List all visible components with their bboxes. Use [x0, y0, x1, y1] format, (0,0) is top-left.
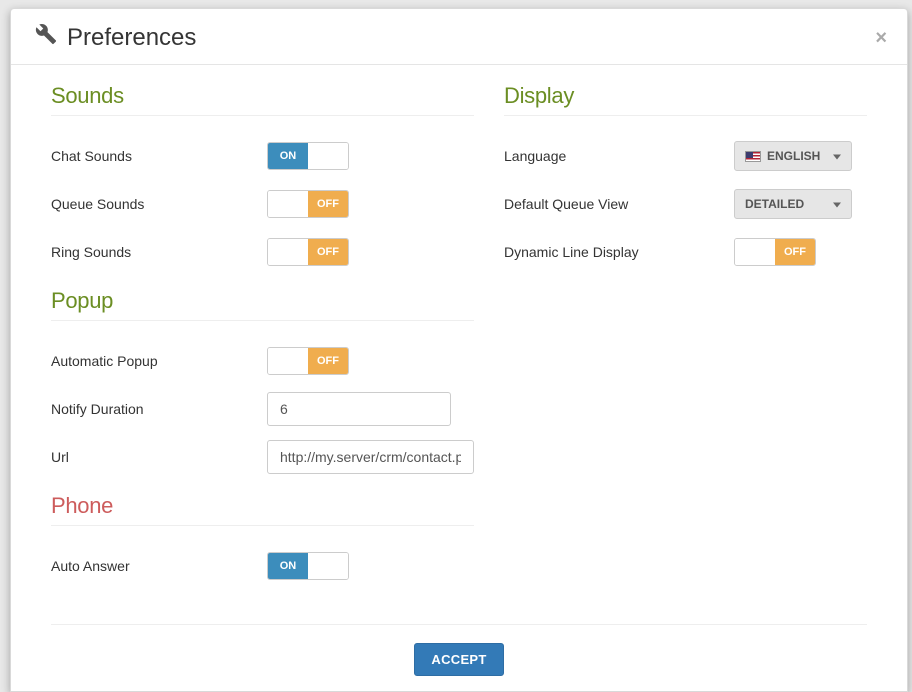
- display-section: Display Language ENGLISH Default Queue V…: [504, 83, 867, 274]
- modal-body: Sounds Chat Sounds ON Queue Sounds: [11, 65, 907, 691]
- default-queue-label: Default Queue View: [504, 196, 734, 212]
- close-button[interactable]: ×: [875, 28, 887, 48]
- auto-answer-toggle[interactable]: ON: [267, 552, 349, 580]
- divider: [51, 525, 474, 526]
- close-icon: ×: [875, 27, 887, 49]
- url-input[interactable]: [267, 440, 474, 474]
- ring-sounds-label: Ring Sounds: [51, 244, 267, 260]
- toggle-off-text: OFF: [308, 348, 348, 374]
- popup-heading: Popup: [51, 288, 474, 314]
- flag-us-icon: [745, 151, 761, 162]
- toggle-on-text: ON: [268, 143, 308, 169]
- language-select[interactable]: ENGLISH: [734, 141, 852, 171]
- auto-answer-label: Auto Answer: [51, 558, 267, 574]
- display-heading: Display: [504, 83, 867, 109]
- url-row: Url: [51, 435, 474, 479]
- phone-section: Phone Auto Answer ON: [51, 493, 474, 588]
- sounds-section: Sounds Chat Sounds ON Queue Sounds: [51, 83, 474, 274]
- divider: [504, 115, 867, 116]
- language-row: Language ENGLISH: [504, 134, 867, 178]
- automatic-popup-label: Automatic Popup: [51, 353, 267, 369]
- toggle-off-text: OFF: [775, 239, 815, 265]
- chevron-down-icon: [833, 203, 841, 208]
- queue-sounds-toggle[interactable]: OFF: [267, 190, 349, 218]
- default-queue-row: Default Queue View DETAILED: [504, 182, 867, 226]
- auto-answer-row: Auto Answer ON: [51, 544, 474, 588]
- queue-sounds-label: Queue Sounds: [51, 196, 267, 212]
- dynamic-line-label: Dynamic Line Display: [504, 244, 734, 260]
- chat-sounds-row: Chat Sounds ON: [51, 134, 474, 178]
- footer-actions: ACCEPT: [51, 643, 867, 686]
- dynamic-line-row: Dynamic Line Display OFF: [504, 230, 867, 274]
- queue-sounds-row: Queue Sounds OFF: [51, 182, 474, 226]
- phone-heading: Phone: [51, 493, 474, 519]
- preferences-modal: Preferences × Sounds Chat Sounds ON: [10, 8, 908, 692]
- ring-sounds-row: Ring Sounds OFF: [51, 230, 474, 274]
- modal-title: Preferences: [35, 23, 196, 52]
- modal-header: Preferences ×: [11, 9, 907, 65]
- toggle-on-text: ON: [268, 553, 308, 579]
- ring-sounds-toggle[interactable]: OFF: [267, 238, 349, 266]
- automatic-popup-row: Automatic Popup OFF: [51, 339, 474, 383]
- divider: [51, 320, 474, 321]
- left-column: Sounds Chat Sounds ON Queue Sounds: [51, 83, 474, 602]
- wrench-icon: [35, 23, 57, 52]
- url-label: Url: [51, 449, 267, 465]
- divider: [51, 115, 474, 116]
- popup-section: Popup Automatic Popup OFF Notify Duratio…: [51, 288, 474, 479]
- notify-duration-label: Notify Duration: [51, 401, 267, 417]
- automatic-popup-toggle[interactable]: OFF: [267, 347, 349, 375]
- dynamic-line-toggle[interactable]: OFF: [734, 238, 816, 266]
- modal-title-text: Preferences: [67, 24, 196, 52]
- toggle-off-text: OFF: [308, 191, 348, 217]
- accept-button[interactable]: ACCEPT: [414, 643, 503, 676]
- chat-sounds-label: Chat Sounds: [51, 148, 267, 164]
- default-queue-value: DETAILED: [745, 197, 804, 211]
- language-label: Language: [504, 148, 734, 164]
- language-value: ENGLISH: [767, 149, 820, 163]
- default-queue-select[interactable]: DETAILED: [734, 189, 852, 219]
- right-column: Display Language ENGLISH Default Queue V…: [504, 83, 867, 602]
- chat-sounds-toggle[interactable]: ON: [267, 142, 349, 170]
- notify-duration-row: Notify Duration: [51, 387, 474, 431]
- toggle-off-text: OFF: [308, 239, 348, 265]
- sounds-heading: Sounds: [51, 83, 474, 109]
- chevron-down-icon: [833, 155, 841, 160]
- notify-duration-input[interactable]: [267, 392, 451, 426]
- footer-divider: [51, 624, 867, 625]
